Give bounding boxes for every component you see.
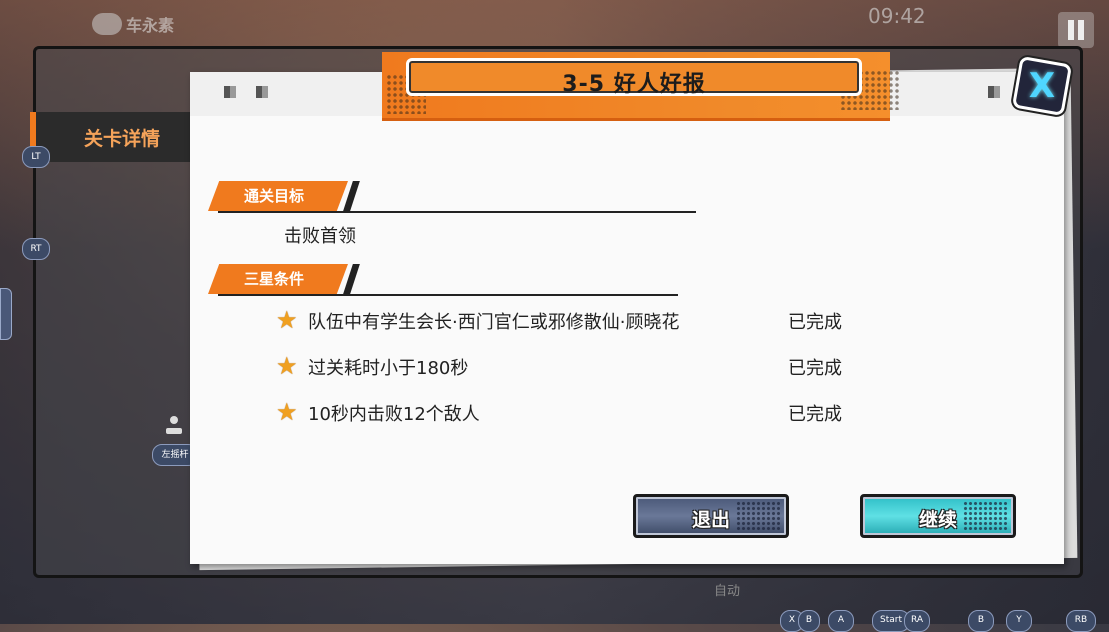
close-button[interactable]: X: [1011, 55, 1073, 117]
logo-text: 车永素: [126, 16, 175, 35]
dialog-title: 3-5 好人好报: [562, 72, 706, 97]
objective-section-header: 通关目标: [208, 181, 348, 211]
exit-button-label: 退出: [691, 509, 730, 531]
pause-button[interactable]: [1058, 12, 1094, 48]
decor-square-icon: [256, 86, 268, 98]
section-divider: [218, 211, 696, 213]
side-drawer-handle[interactable]: [0, 288, 12, 340]
dialog-title-box: 3-5 好人好报: [406, 58, 862, 97]
rb-button-hint: RB: [1066, 610, 1096, 632]
condition-status: 已完成: [788, 312, 842, 333]
game-clock: 09:42: [868, 4, 926, 28]
tab-stage-details[interactable]: 关卡详情: [30, 112, 206, 162]
condition-status: 已完成: [788, 358, 842, 379]
decor-square-icon: [988, 86, 1000, 98]
star-condition-row: ★ 队伍中有学生会长·西门官仁或邪修散仙·顾晓花 已完成: [276, 306, 876, 334]
star-icon: ★: [276, 398, 298, 426]
condition-text: 10秒内击败12个敌人: [308, 404, 480, 425]
star-condition-row: ★ 10秒内击败12个敌人 已完成: [276, 398, 876, 426]
a-button-hint: A: [828, 610, 854, 632]
condition-text: 过关耗时小于180秒: [308, 358, 469, 379]
star-condition-row: ★ 过关耗时小于180秒 已完成: [276, 352, 876, 380]
objective-section-label: 通关目标: [244, 187, 305, 205]
star-icon: ★: [276, 306, 298, 334]
condition-status: 已完成: [788, 404, 842, 425]
stars-section-header: 三星条件: [208, 264, 348, 294]
close-icon: X: [1028, 66, 1056, 106]
ra-button-hint: RA: [904, 610, 930, 632]
lt-button-hint: LT: [22, 146, 50, 168]
objective-text: 击败首领: [284, 226, 356, 247]
continue-button[interactable]: 继续: [860, 494, 1016, 538]
tab-stage-details-label: 关卡详情: [84, 128, 161, 150]
b-button-hint: B: [798, 610, 820, 632]
y-button-hint: Y: [1006, 610, 1032, 632]
section-divider: [218, 294, 678, 296]
stars-section-label: 三星条件: [244, 270, 305, 288]
game-logo: 车永素: [92, 12, 174, 36]
continue-button-label: 继续: [918, 509, 957, 531]
b-button-hint: B: [968, 610, 994, 632]
exit-button[interactable]: 退出: [633, 494, 789, 538]
joystick-icon: [166, 416, 182, 436]
decor-square-icon: [224, 86, 236, 98]
star-icon: ★: [276, 352, 298, 380]
rt-button-hint: RT: [22, 238, 50, 260]
logo-icon: [92, 13, 122, 35]
condition-text: 队伍中有学生会长·西门官仁或邪修散仙·顾晓花: [308, 312, 680, 333]
auto-label: 自动: [714, 584, 741, 599]
